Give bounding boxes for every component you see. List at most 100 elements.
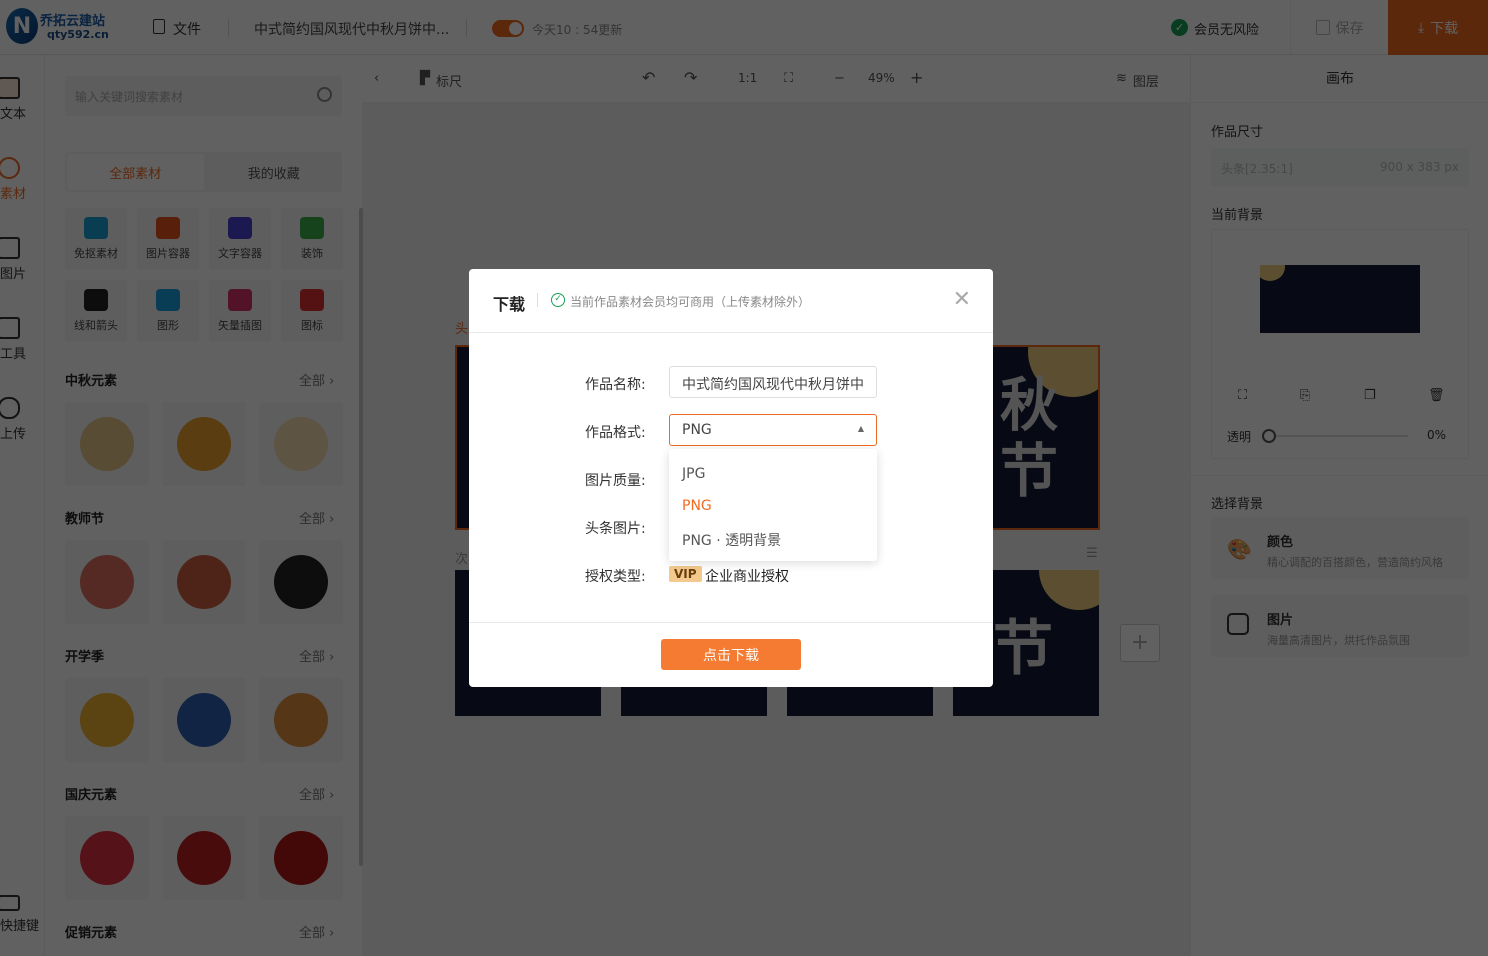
crop-icon[interactable]: ⛶ <box>1238 388 1247 403</box>
format-select[interactable]: PNG ▲ <box>669 414 877 446</box>
name-label: 作品名称: <box>585 377 646 393</box>
rail-item-tools[interactable]: 工具 <box>0 317 45 362</box>
top-bar: N 乔拓云建站 qty592.cn 文件 中式简约国风现代中秋月饼中... 今天… <box>0 0 1488 55</box>
bg-preview[interactable] <box>1260 265 1420 333</box>
opacity-label: 透明 <box>1227 430 1252 444</box>
material-thumbnail[interactable] <box>259 678 343 762</box>
file-menu[interactable]: 文件 <box>153 19 201 39</box>
category-item[interactable]: 装饰 <box>281 208 343 270</box>
category-item[interactable]: 图形 <box>137 280 199 342</box>
material-thumbnail[interactable] <box>65 816 149 900</box>
section-title: 促销元素 <box>65 926 118 941</box>
choose-bg-label: 选择背景 <box>1211 497 1264 512</box>
toolbox-icon <box>0 317 20 339</box>
format-option-png-transparent[interactable]: PNG · 透明背景 <box>682 530 781 550</box>
redo-button[interactable]: ↷ <box>684 68 697 87</box>
fit-screen-icon[interactable]: ⛶ <box>784 71 793 86</box>
material-image <box>274 555 328 609</box>
logo-name: 乔拓云建站 <box>40 14 106 29</box>
rail-item-shortcuts[interactable]: 快捷键 <box>0 895 45 934</box>
bg-option-color[interactable]: 🎨 颜色 精心调配的百搭颜色，营造简约风格 <box>1211 517 1469 579</box>
search-icon[interactable] <box>317 87 332 102</box>
add-page-button[interactable]: + <box>1120 624 1160 662</box>
member-badge[interactable]: ✓ 会员无风险 <box>1171 19 1259 38</box>
format-label: 作品格式: <box>585 425 646 441</box>
section-view-all[interactable]: 全部 › <box>299 508 334 527</box>
divider <box>1191 475 1488 476</box>
material-thumbnail[interactable] <box>162 816 246 900</box>
upload-cloud-icon <box>0 397 20 419</box>
material-search-input[interactable]: 输入关键词搜索素材 <box>65 76 342 116</box>
category-icon <box>300 289 324 311</box>
section-view-all[interactable]: 全部 › <box>299 784 334 803</box>
undo-button[interactable]: ↶ <box>642 68 655 87</box>
close-icon[interactable]: ✕ <box>953 287 971 312</box>
zoom-in-button[interactable]: + <box>910 68 923 87</box>
section-view-all[interactable]: 全部 › <box>299 922 334 941</box>
material-thumbnail[interactable] <box>259 816 343 900</box>
ruler-button[interactable]: ▛ 标尺 <box>420 71 462 90</box>
material-image <box>80 831 134 885</box>
menu-icon[interactable]: ☰ <box>1086 546 1098 561</box>
vip-badge: VIP <box>669 566 702 582</box>
auto-save-toggle[interactable] <box>492 20 524 37</box>
rail-item-image[interactable]: 图片 <box>0 237 45 282</box>
copy-icon[interactable]: ❐ <box>1364 388 1376 403</box>
collapse-panel-button[interactable]: ‹ <box>374 71 379 86</box>
section-view-all[interactable]: 全部 › <box>299 370 334 389</box>
delete-icon[interactable]: 🗑 <box>1428 388 1445 403</box>
material-thumbnail[interactable] <box>162 540 246 624</box>
rail-item-upload[interactable]: 上传 <box>0 397 45 442</box>
update-time: 今天10 : 54更新 <box>532 23 623 37</box>
format-dropdown: JPG PNG PNG · 透明背景 <box>669 449 877 561</box>
category-item[interactable]: 矢量插图 <box>209 280 271 342</box>
category-item[interactable]: 图标 <box>281 280 343 342</box>
material-thumbnail[interactable] <box>65 678 149 762</box>
save-icon <box>1315 20 1330 35</box>
opacity-slider[interactable] <box>1262 429 1408 443</box>
tab-all-materials[interactable]: 全部素材 <box>67 154 204 190</box>
download-dialog: 下载 ✓ 当前作品素材会员均可商用（上传素材除外） ✕ 作品名称: 中式简约国风… <box>469 269 993 687</box>
material-image <box>274 693 328 747</box>
rail-item-text[interactable]: 文本 <box>0 77 45 122</box>
material-thumbnail[interactable] <box>259 540 343 624</box>
divider <box>469 622 993 623</box>
category-item[interactable]: 文字容器 <box>209 208 271 270</box>
download-button[interactable]: ⤓ 下载 <box>1388 0 1488 55</box>
bg-option-image[interactable]: 图片 海量高清图片，烘托作品氛围 <box>1211 595 1469 657</box>
category-item[interactable]: 线和箭头 <box>65 280 127 342</box>
document-title[interactable]: 中式简约国风现代中秋月饼中... <box>254 19 449 39</box>
material-thumbnail[interactable] <box>65 540 149 624</box>
size-select[interactable]: 头条[2.35:1] 900 x 383 px <box>1211 148 1469 186</box>
download-icon: ⤓ <box>1417 19 1425 36</box>
format-option-jpg[interactable]: JPG <box>682 466 705 482</box>
bg-label: 当前背景 <box>1211 208 1264 223</box>
material-thumbnail[interactable] <box>65 402 149 486</box>
format-option-png[interactable]: PNG <box>682 498 712 514</box>
layers-button[interactable]: ≋ 图层 <box>1116 71 1159 90</box>
chevron-right-icon: › <box>329 512 335 527</box>
material-thumbnail[interactable] <box>162 402 246 486</box>
divider <box>537 293 538 307</box>
ratio-button[interactable]: 1:1 <box>738 71 757 85</box>
category-icon <box>156 217 180 239</box>
current-bg-card: ⛶ ⎘ ❐ 🗑 透明 0% <box>1211 229 1469 459</box>
material-thumbnail[interactable] <box>162 678 246 762</box>
license-value: 企业商业授权 <box>705 569 789 585</box>
category-item[interactable]: 免抠素材 <box>65 208 127 270</box>
tab-favorites[interactable]: 我的收藏 <box>206 152 343 192</box>
zoom-out-button[interactable]: − <box>834 71 845 86</box>
material-thumbnail[interactable] <box>259 402 343 486</box>
slider-handle[interactable] <box>1262 429 1276 443</box>
panel-scrollbar[interactable] <box>359 208 363 866</box>
rail-item-material[interactable]: 素材 <box>0 157 45 202</box>
confirm-download-button[interactable]: 点击下载 <box>661 639 801 670</box>
zoom-level: 49% <box>868 71 895 85</box>
picture-icon <box>1227 613 1249 635</box>
name-input[interactable]: 中式简约国风现代中秋月饼中 <box>669 366 877 398</box>
section-title: 开学季 <box>65 650 105 665</box>
replace-icon[interactable]: ⎘ <box>1300 388 1310 403</box>
category-item[interactable]: 图片容器 <box>137 208 199 270</box>
section-view-all[interactable]: 全部 › <box>299 646 334 665</box>
save-button[interactable]: 保存 <box>1290 0 1388 55</box>
